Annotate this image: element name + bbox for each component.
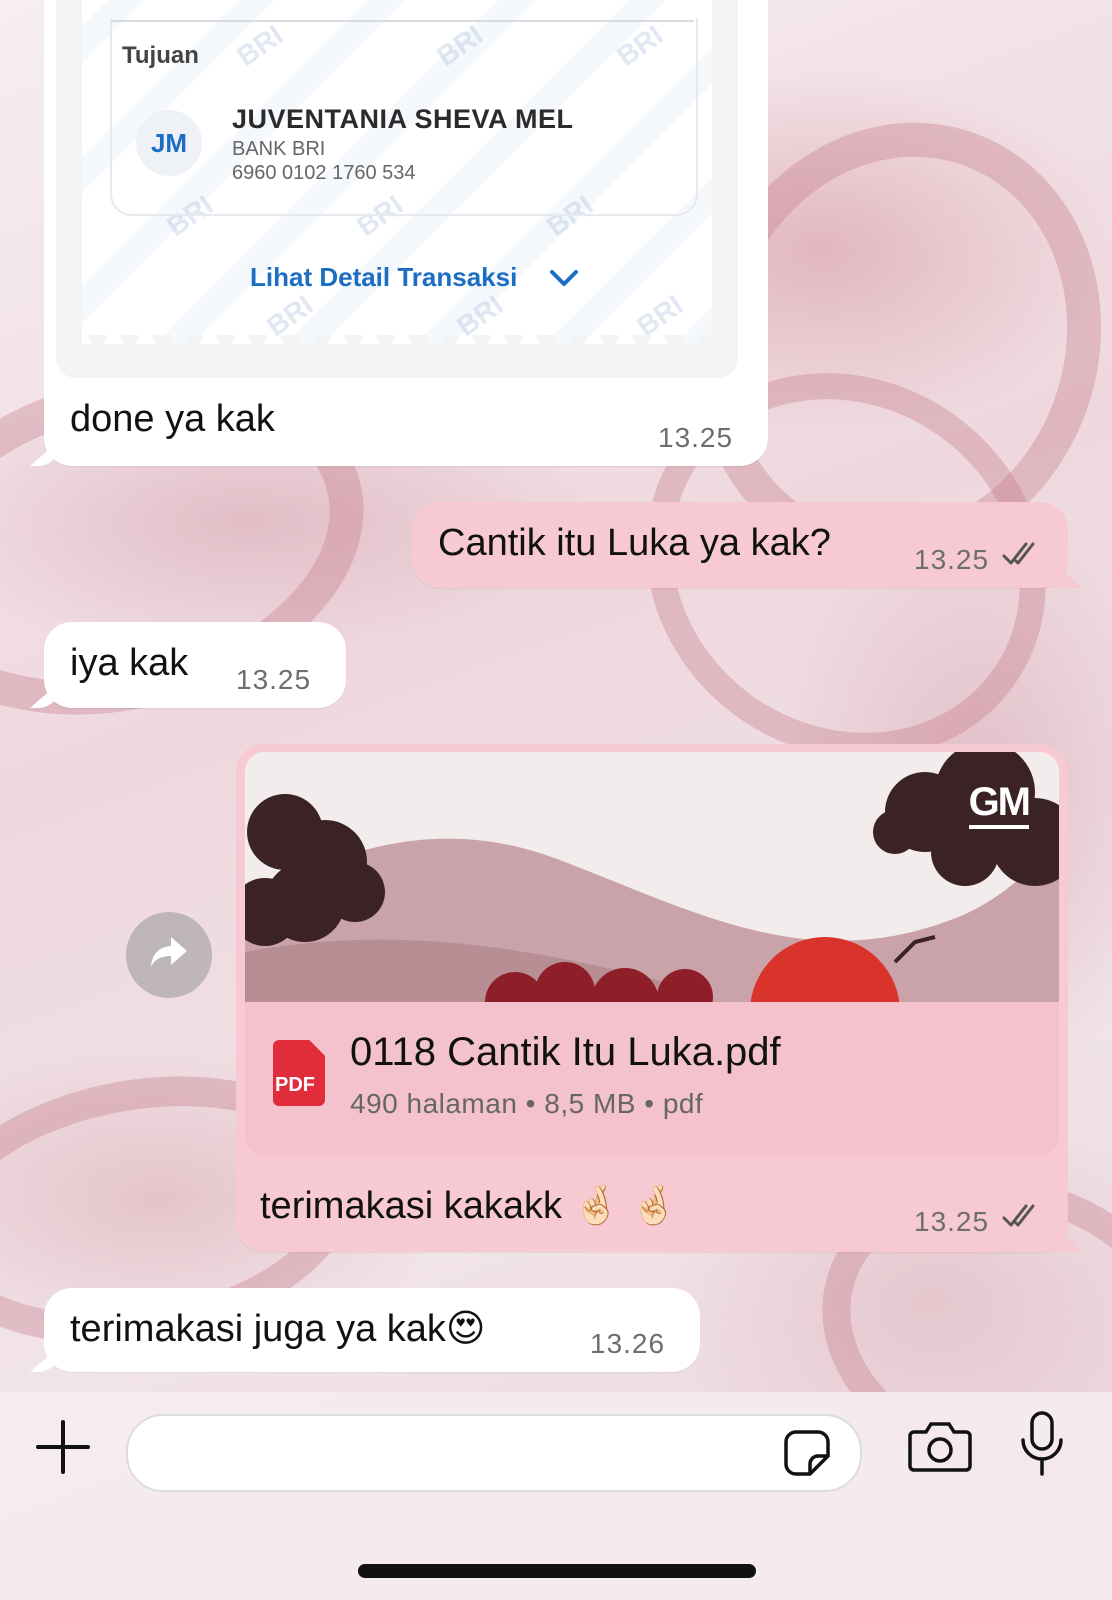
message-caption: terimakasi kakakk 🤞🏻 🤞🏻 [260, 1185, 678, 1227]
read-receipt-icon [1002, 540, 1044, 575]
message-time: 13.25 [914, 544, 990, 575]
detail-link-label: Lihat Detail Transaksi [250, 262, 518, 292]
receipt-torn-edge [82, 335, 712, 357]
forward-button[interactable] [126, 912, 212, 998]
pdf-icon-label: PDF [275, 1074, 315, 1096]
home-indicator [358, 1564, 756, 1578]
recipient-bank: BANK BRI [232, 138, 326, 160]
message-time: 13.25 [658, 422, 734, 453]
message-text: Cantik itu Luka ya kak? [438, 522, 831, 564]
publisher-logo: GM [968, 780, 1031, 829]
document-filename: 0118 Cantik Itu Luka.pdf [350, 1030, 781, 1074]
camera-icon[interactable] [908, 1418, 972, 1474]
sticker-icon[interactable] [782, 1428, 832, 1478]
message-text: terimakasi juga ya kak😍 [70, 1308, 486, 1350]
chevron-down-icon [549, 264, 579, 295]
document-preview-image[interactable]: GM [245, 752, 1059, 1002]
recipient-account: 6960 0102 1760 534 [232, 162, 416, 184]
message-time: 13.25 [236, 664, 312, 695]
message-text: iya kak [70, 642, 189, 684]
composer-bar [0, 1392, 1112, 1600]
recipient-name: JUVENTANIA SHEVA MEL [232, 104, 574, 134]
recipient-avatar: JM [136, 110, 202, 176]
message-input[interactable] [126, 1414, 862, 1492]
view-transaction-detail-link[interactable]: Lihat Detail Transaksi [250, 262, 579, 295]
message-time: 13.26 [590, 1328, 666, 1359]
plus-icon[interactable] [34, 1418, 92, 1476]
forward-arrow-icon [147, 933, 191, 978]
message-text: done ya kak [70, 398, 275, 440]
message-time: 13.25 [914, 1206, 990, 1237]
read-receipt-icon [1002, 1202, 1044, 1237]
destination-heading: Tujuan [122, 42, 199, 69]
document-meta: 490 halaman • 8,5 MB • pdf [350, 1088, 704, 1119]
document-info[interactable]: PDF 0118 Cantik Itu Luka.pdf 490 halaman… [245, 1002, 1059, 1156]
microphone-icon[interactable] [1018, 1410, 1066, 1480]
